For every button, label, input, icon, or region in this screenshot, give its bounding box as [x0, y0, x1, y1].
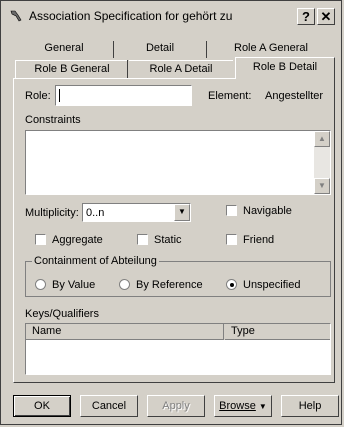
radio-selected-dot — [230, 283, 234, 287]
friend-label: Friend — [243, 234, 275, 246]
chevron-down-icon: ▼ — [258, 402, 267, 411]
tool-icon — [9, 9, 25, 23]
element-value: Angestellter — [265, 90, 324, 102]
dialog-window: Association Specification for gehört zu … — [0, 0, 342, 425]
tab-divider — [113, 41, 114, 58]
static-label: Static — [154, 234, 182, 246]
by-reference-label: By Reference — [136, 279, 203, 291]
tab-role-b-detail[interactable]: Role B Detail — [235, 57, 335, 79]
tab-role-b-general[interactable]: Role B General — [15, 60, 128, 78]
chevron-down-icon[interactable]: ▼ — [174, 204, 190, 221]
tab-divider — [127, 60, 128, 78]
friend-checkbox[interactable] — [226, 234, 237, 245]
multiplicity-label: Multiplicity: — [25, 207, 79, 219]
text-cursor — [59, 89, 60, 102]
tab-general[interactable]: General — [15, 40, 113, 57]
tab-role-a-detail[interactable]: Role A Detail — [129, 60, 233, 78]
tab-row-2: Role B General Role A Detail Role B Deta… — [15, 57, 335, 79]
containment-label: Containment of Abteilung — [32, 254, 159, 268]
apply-button[interactable]: Apply — [147, 395, 205, 417]
constraints-textarea[interactable]: ▲ ▼ — [25, 130, 331, 195]
navigable-checkbox[interactable] — [226, 205, 237, 216]
help-title-button[interactable]: ? — [297, 8, 315, 25]
help-button[interactable]: Help — [281, 395, 339, 417]
navigable-label: Navigable — [243, 205, 292, 217]
browse-label: Browse — [219, 400, 256, 412]
scroll-down-icon[interactable]: ▼ — [314, 178, 330, 194]
multiplicity-value: 0..n — [86, 207, 105, 219]
title-bar: Association Specification for gehört zu — [3, 3, 341, 27]
keys-list[interactable]: Name Type — [25, 323, 331, 375]
tab-row-1: General Detail Role A General — [15, 40, 335, 58]
scroll-up-icon[interactable]: ▲ — [314, 131, 330, 147]
keys-header: Name Type — [26, 324, 330, 340]
cancel-button[interactable]: Cancel — [80, 395, 138, 417]
tab-detail[interactable]: Detail — [115, 40, 205, 57]
by-reference-radio[interactable] — [119, 279, 130, 290]
constraints-scrollbar[interactable]: ▲ ▼ — [314, 131, 330, 194]
aggregate-label: Aggregate — [52, 234, 103, 246]
by-value-radio[interactable] — [35, 279, 46, 290]
unspecified-radio[interactable] — [226, 279, 237, 290]
browse-button[interactable]: Browse ▼ — [214, 395, 272, 417]
window-title: Association Specification for gehört zu — [29, 9, 233, 23]
role-input[interactable] — [55, 85, 192, 106]
role-label: Role: — [25, 90, 51, 102]
by-value-label: By Value — [52, 279, 96, 291]
constraints-label: Constraints — [25, 114, 81, 126]
ok-button[interactable]: OK — [13, 395, 71, 417]
keys-label: Keys/Qualifiers — [25, 308, 99, 320]
column-name[interactable]: Name — [26, 324, 224, 340]
element-label: Element: — [208, 90, 252, 102]
tab-divider — [206, 41, 207, 58]
aggregate-checkbox[interactable] — [35, 234, 46, 245]
multiplicity-dropdown[interactable]: 0..n ▼ — [82, 203, 191, 222]
close-button[interactable]: ✕ — [317, 8, 335, 25]
column-type[interactable]: Type — [225, 324, 330, 340]
tab-role-a-general[interactable]: Role A General — [208, 40, 334, 57]
static-checkbox[interactable] — [137, 234, 148, 245]
unspecified-label: Unspecified — [243, 279, 301, 291]
